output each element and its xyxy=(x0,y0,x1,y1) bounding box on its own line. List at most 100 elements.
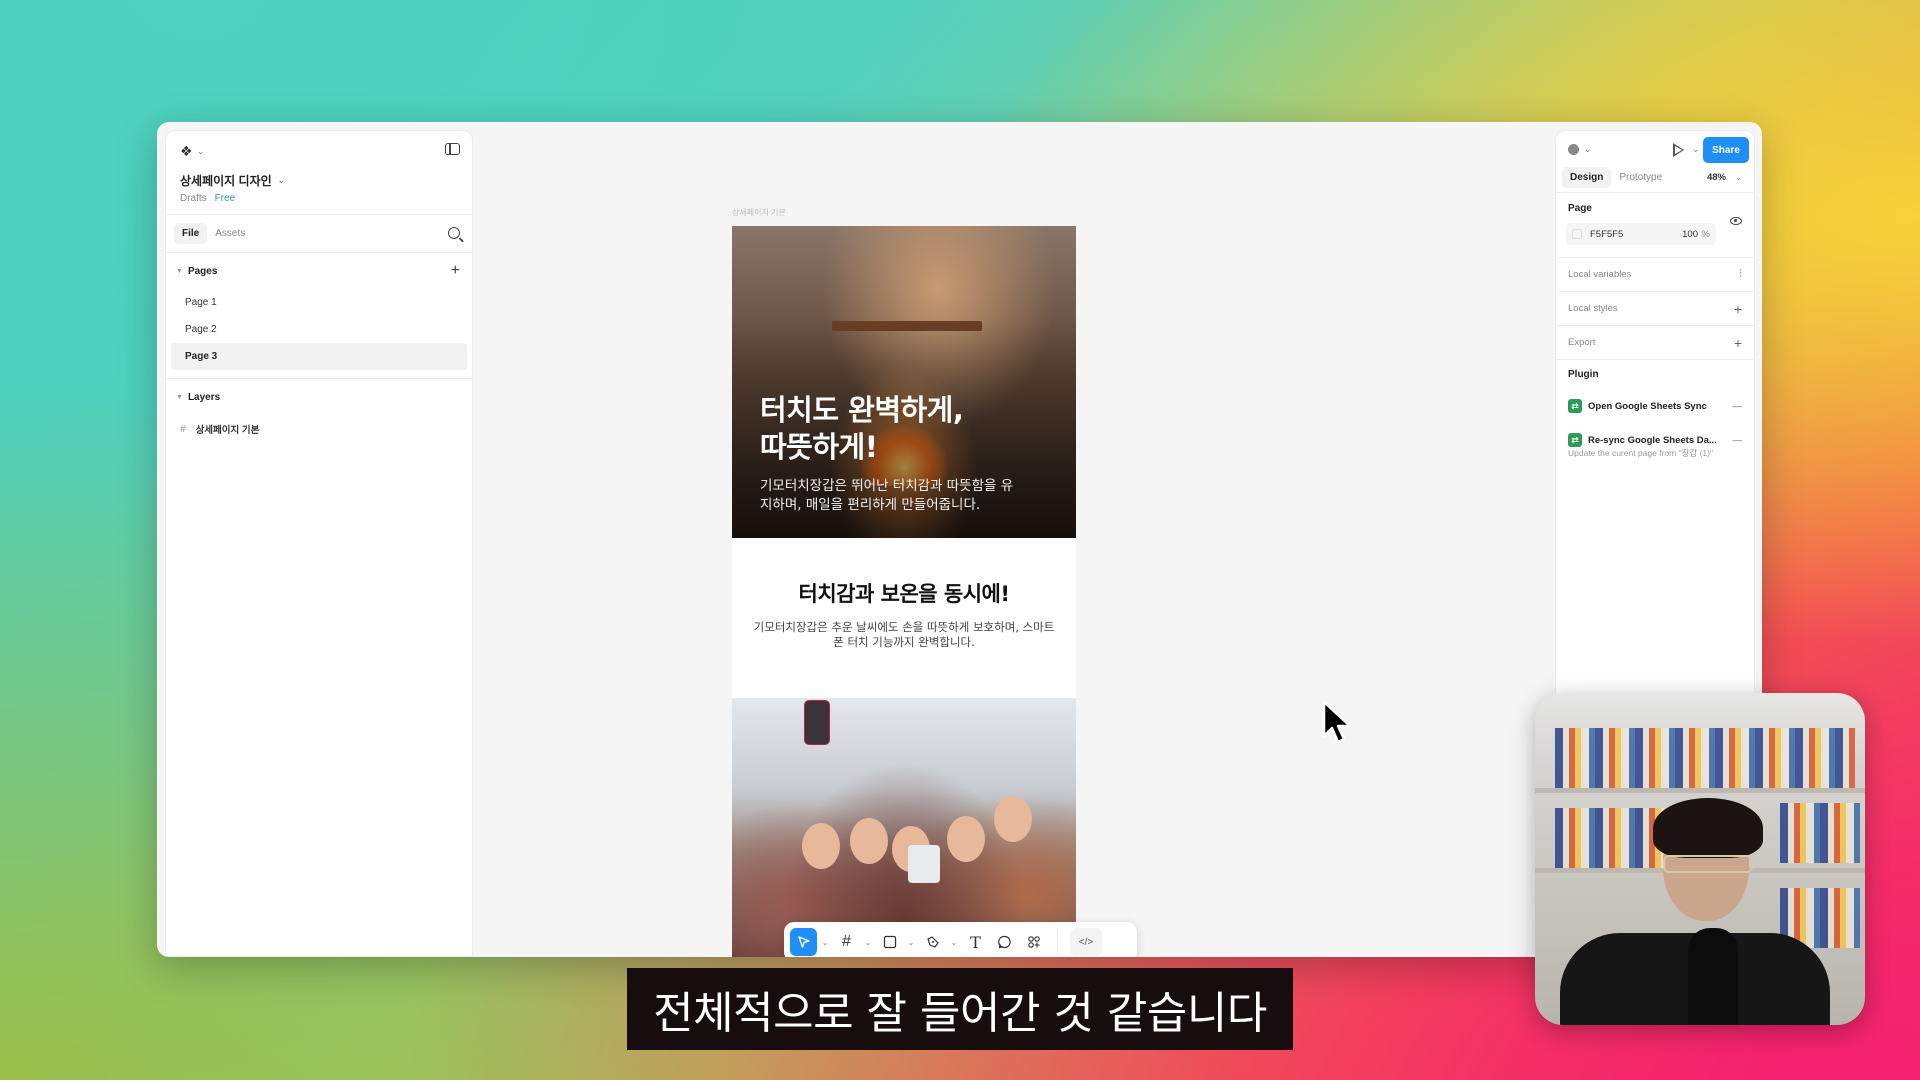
main-menu-button[interactable]: ❖ ⌄ xyxy=(180,143,458,160)
glasses xyxy=(1663,855,1753,873)
page-color-field[interactable]: F5F5F5 100 % xyxy=(1566,223,1716,245)
plugin-resync-sheets[interactable]: ⇄ Re-sync Google Sheets Da... — xyxy=(1556,423,1754,457)
left-panel-tabs: File Assets xyxy=(166,215,472,253)
layer-label: 상세페이지 기본 xyxy=(195,425,260,436)
tab-file[interactable]: File xyxy=(174,223,208,244)
plugin-label: Re-sync Google Sheets Da... xyxy=(1588,434,1717,446)
share-button[interactable]: Share xyxy=(1703,137,1749,163)
page-item-2[interactable]: Page 2 xyxy=(171,316,467,343)
hero-desc-line-1: 기모터치장갑은 뛰어난 터치감과 따뜻함을 유 xyxy=(760,478,1014,494)
pen-tool-button[interactable] xyxy=(919,928,946,956)
page-opacity-value[interactable]: 100 xyxy=(1682,229,1698,240)
figma-logo-icon: ❖ xyxy=(180,143,193,159)
actions-button[interactable] xyxy=(1020,928,1047,956)
section-description[interactable]: 기모터치장갑은 추운 날씨에도 손을 따뜻하게 보호하며, 스마트 폰 터치 기… xyxy=(747,620,1061,650)
face-shape xyxy=(802,823,840,869)
variables-icon[interactable]: ⫶ xyxy=(1739,268,1742,281)
file-location: Drafts Free xyxy=(180,193,458,204)
toggle-sidebar-icon[interactable] xyxy=(445,143,460,155)
chevron-down-icon: ⌄ xyxy=(196,146,205,156)
comment-icon xyxy=(997,935,1011,949)
chevron-down-icon: ⌄ xyxy=(277,175,286,185)
page-item-3[interactable]: Page 3 xyxy=(171,343,467,370)
plan-badge[interactable]: Free xyxy=(215,193,236,204)
visibility-eye-icon[interactable] xyxy=(1730,217,1742,225)
comment-tool-button[interactable] xyxy=(991,928,1018,956)
add-page-icon[interactable]: + xyxy=(451,262,460,280)
search-icon[interactable] xyxy=(448,227,460,239)
pages-header[interactable]: ▼ Pages + xyxy=(166,253,472,289)
frame-tool-dropdown[interactable]: ⌄ xyxy=(862,928,874,956)
person-hair xyxy=(1653,798,1763,858)
present-play-icon[interactable] xyxy=(1673,143,1684,157)
section-desc-line-1: 기모터치장갑은 추운 날씨에도 손을 따뜻하게 보호하며, 스마트 xyxy=(753,620,1055,634)
phone-shape xyxy=(908,845,940,883)
tab-prototype[interactable]: Prototype xyxy=(1611,167,1670,188)
dev-mode-toggle[interactable]: </> xyxy=(1070,928,1102,956)
text-tool-button[interactable]: T xyxy=(962,928,989,956)
frame-icon: # xyxy=(180,423,186,435)
hero-description[interactable]: 기모터치장갑은 뛰어난 터치감과 따뜻함을 유 지하며, 매일을 편리하게 만들… xyxy=(760,477,1060,515)
page-color-hex[interactable]: F5F5F5 xyxy=(1590,229,1623,240)
hero-image[interactable]: 터치도 완벽하게, 따뜻하게! 기모터치장갑은 뛰어난 터치감과 따뜻함을 유 … xyxy=(732,226,1076,538)
shape-tool-dropdown[interactable]: ⌄ xyxy=(905,928,917,956)
hero-title-line-1: 터치도 완벽하게, xyxy=(760,393,964,427)
caret-down-icon: ▼ xyxy=(176,393,183,401)
sync-icon: ⇄ xyxy=(1568,433,1582,447)
face-shape xyxy=(994,796,1032,842)
avatar[interactable] xyxy=(1568,144,1579,155)
chevron-down-icon[interactable]: ⌄ xyxy=(1584,144,1592,155)
tab-assets[interactable]: Assets xyxy=(207,223,253,244)
layer-item[interactable]: # 상세페이지 기본 xyxy=(166,415,472,443)
minus-icon[interactable]: — xyxy=(1733,435,1743,446)
cursor-arrow-icon xyxy=(797,936,810,948)
pen-tool-dropdown[interactable]: ⌄ xyxy=(948,928,960,956)
local-styles-label: Local styles xyxy=(1568,303,1618,314)
plus-icon[interactable]: + xyxy=(1734,335,1742,351)
move-tool-button[interactable] xyxy=(790,928,817,956)
tab-design[interactable]: Design xyxy=(1562,167,1612,188)
file-title[interactable]: 상세페이지 디자인 ⌄ xyxy=(180,172,458,189)
local-styles-row[interactable]: Local styles + xyxy=(1556,291,1754,325)
left-panel: ❖ ⌄ 상세페이지 디자인 ⌄ Drafts Free File Assets … xyxy=(165,130,473,957)
move-tool-dropdown[interactable]: ⌄ xyxy=(819,928,831,956)
section-title[interactable]: 터치감과 보온을 동시에! xyxy=(732,578,1076,608)
export-row[interactable]: Export + xyxy=(1556,325,1754,359)
actions-icon xyxy=(1027,936,1040,948)
frame-hash-icon: # xyxy=(842,933,851,950)
chevron-down-icon[interactable]: ⌄ xyxy=(1692,144,1700,155)
design-frame[interactable]: 터치도 완벽하게, 따뜻하게! 기모터치장갑은 뛰어난 터치감과 따뜻함을 유 … xyxy=(732,226,1076,957)
plus-icon[interactable]: + xyxy=(1734,301,1742,317)
minus-icon[interactable]: — xyxy=(1733,401,1743,412)
page-section-title: Page xyxy=(1568,202,1592,214)
hero-title-line-2: 따뜻하게! xyxy=(760,430,878,464)
export-label: Export xyxy=(1568,337,1596,348)
text-icon: T xyxy=(970,932,981,952)
selfie-image[interactable] xyxy=(732,698,1076,957)
figma-window: ❖ ⌄ 상세페이지 디자인 ⌄ Drafts Free File Assets … xyxy=(157,122,1762,957)
chevron-down-icon[interactable]: ⌄ xyxy=(1735,173,1742,182)
section-desc-line-2: 폰 터치 기능까지 완벽합니다. xyxy=(833,635,975,649)
drafts-link[interactable]: Drafts xyxy=(180,193,207,204)
layers-header[interactable]: ▼ Layers xyxy=(166,379,472,415)
books xyxy=(1780,803,1860,863)
books xyxy=(1555,728,1855,788)
shape-tool-button[interactable] xyxy=(876,928,903,956)
frame-tool-button[interactable]: # xyxy=(833,928,860,956)
zoom-level[interactable]: 48% xyxy=(1707,172,1726,183)
right-panel-tabs: Design Prototype 48% ⌄ xyxy=(1556,163,1754,193)
sync-icon: ⇄ xyxy=(1568,399,1582,413)
file-title-text: 상세페이지 디자인 xyxy=(180,174,272,188)
face-shape xyxy=(850,818,888,864)
page-item-1[interactable]: Page 1 xyxy=(171,289,467,316)
local-variables-label: Local variables xyxy=(1568,269,1632,280)
books xyxy=(1555,808,1665,868)
shelf xyxy=(1535,788,1865,793)
local-variables-row[interactable]: Local variables ⫶ xyxy=(1556,257,1754,291)
layers-title: Layers xyxy=(187,391,221,403)
caret-down-icon: ▼ xyxy=(176,267,183,275)
color-swatch[interactable] xyxy=(1572,229,1582,239)
plugin-open-sheets-sync[interactable]: ⇄ Open Google Sheets Sync — xyxy=(1556,389,1754,423)
frame-label[interactable]: 상세페이지 기본 xyxy=(732,207,786,218)
hero-title[interactable]: 터치도 완벽하게, 따뜻하게! xyxy=(760,392,1060,466)
